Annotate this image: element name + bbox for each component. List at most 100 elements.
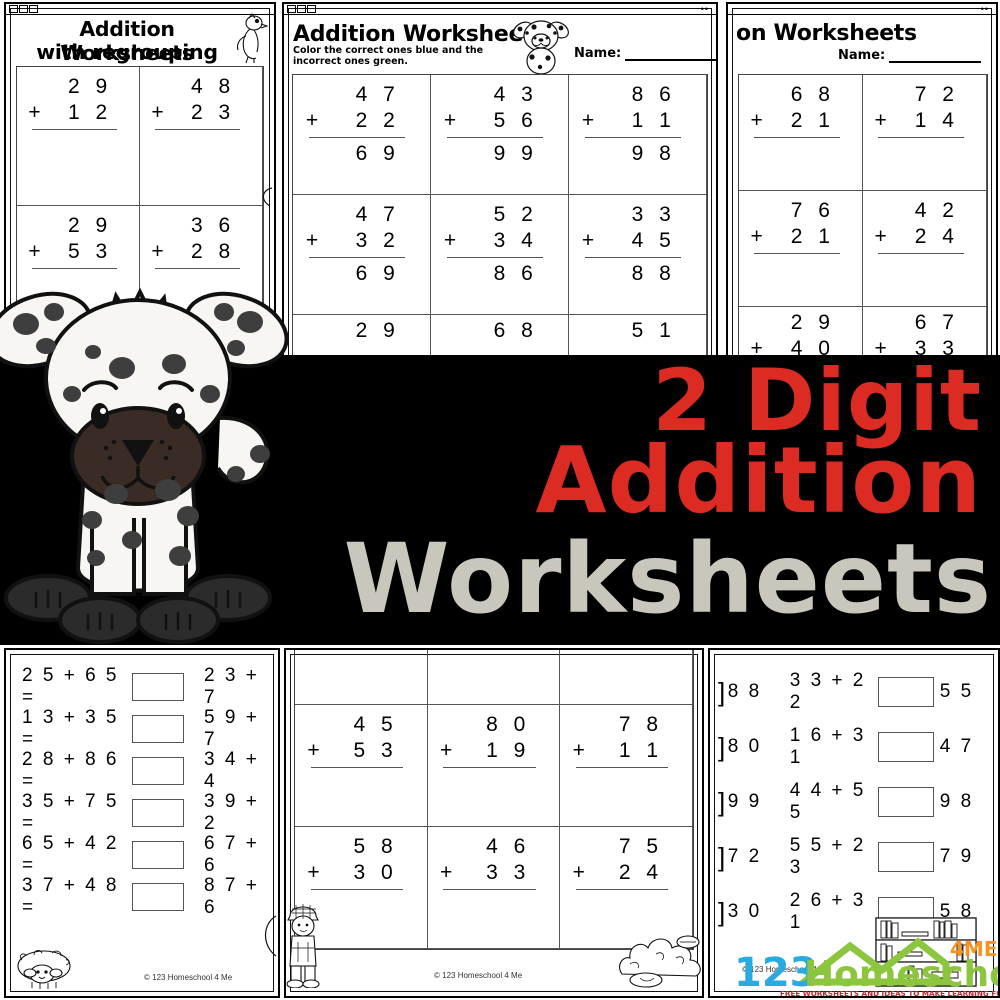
- addend: 2 4: [618, 861, 664, 884]
- vertical-problem: 5 8 +3 0: [295, 835, 427, 894]
- equation-text: 3 4 + 4: [204, 749, 260, 792]
- equation-row: ] 8 0 1 6 + 3 1 4 7: [718, 719, 992, 774]
- addend: 1 9: [486, 739, 531, 762]
- vertical-problem: 4 2 +2 4: [863, 199, 986, 258]
- equation-row: 6 5 + 4 2 =: [22, 833, 184, 876]
- problem-bottom: +2 1: [739, 109, 862, 135]
- answer-box[interactable]: [877, 841, 934, 872]
- topbar-dots-icon: ••: [700, 4, 709, 14]
- equation-text: 3 5 + 7 5 =: [22, 791, 119, 834]
- answer-box[interactable]: [132, 841, 184, 869]
- operator: +: [750, 225, 763, 248]
- problem-cell: 4 2 +2 4: [863, 191, 987, 307]
- problem-bottom: +3 0: [295, 861, 427, 887]
- sum-rule: [310, 767, 403, 768]
- vertical-problem: +3 3: [560, 648, 692, 650]
- operator: +: [443, 109, 457, 132]
- equation-row: 3 5 + 7 5 =: [22, 791, 184, 834]
- poster-canvas: Addition Worksheets with regrouping 2 9 …: [0, 0, 1000, 1000]
- equation-list-left: 2 5 + 6 5 = 1 3 + 3 5 = 2 8 + 8 6 = 3 5 …: [22, 665, 184, 918]
- answer-slot[interactable]: 6 9: [293, 142, 430, 166]
- problem-top: 2 9: [67, 214, 113, 237]
- sum-rule: [447, 257, 544, 259]
- worksheet-bottom-left: 2 5 + 6 5 = 1 3 + 3 5 = 2 8 + 8 6 = 3 5 …: [4, 648, 280, 998]
- problem-cell: 7 6 +2 1: [739, 191, 863, 307]
- problem-cell: +5 0: [427, 650, 561, 705]
- equation-row: 2 8 + 8 6 =: [22, 749, 184, 792]
- problem-bottom: +1 2: [17, 101, 139, 127]
- equation-text: 6 7 + 6: [204, 833, 260, 876]
- problem-top: 7 8: [618, 713, 664, 736]
- addend: 2 1: [790, 109, 835, 132]
- answer-box[interactable]: [877, 786, 934, 817]
- vertical-problem: 2 9: [293, 319, 430, 345]
- problem-cell: 4 7 +3 2 6 9: [293, 195, 431, 316]
- answer-box[interactable]: [877, 731, 934, 762]
- right-number: 5 5: [939, 680, 974, 702]
- bird-icon: [236, 13, 268, 64]
- answer-box[interactable]: [132, 757, 184, 785]
- name-input-line[interactable]: [625, 47, 716, 61]
- sum-rule: [309, 137, 406, 138]
- operator: +: [28, 240, 41, 263]
- operator: +: [307, 739, 320, 762]
- vertical-problem: 5 1: [569, 319, 706, 345]
- problem-bottom: +1 1: [560, 739, 692, 765]
- bracket-icon: ]: [718, 841, 728, 872]
- answer-box[interactable]: [132, 715, 184, 743]
- problem-cell: 4 8 +2 3: [140, 67, 263, 206]
- vertical-problem: 4 6 +3 3: [428, 835, 560, 894]
- problem-cell: +1 3: [295, 648, 428, 705]
- left-number: 7 2: [727, 845, 762, 867]
- sum-rule: [443, 767, 536, 768]
- worksheet-top-middle: •• Addition Worksheets Color the correct…: [282, 2, 718, 362]
- vertical-problem: 4 7 +2 2 6 9: [293, 83, 430, 166]
- problem-bottom: +2 4: [863, 225, 986, 251]
- addend: 5 6: [493, 109, 538, 132]
- problem-top: 4 3: [493, 83, 538, 106]
- banner-title-line2: Addition: [535, 427, 982, 534]
- bush-icon: [619, 935, 701, 988]
- equation-text: 3 7 + 4 8 =: [22, 875, 119, 918]
- problem-cell: 7 8 +1 1: [560, 705, 693, 827]
- bracket-icon: ]: [718, 731, 728, 762]
- vertical-problem: +1 3: [295, 648, 427, 650]
- problem-bottom: +1 4: [863, 109, 986, 135]
- dalmatian-icon: [513, 20, 569, 75]
- addend: 3 0: [353, 861, 398, 884]
- name-input-line[interactable]: [889, 49, 982, 63]
- problem-top: 7 2: [914, 83, 959, 106]
- answer-slot[interactable]: 8 8: [569, 262, 706, 286]
- answer-slot[interactable]: 8 6: [431, 262, 568, 286]
- equation-rows-bottom-right: ] 8 8 3 3 + 2 2 5 5 ] 8 0 1 6 + 3 1 4 7 …: [718, 664, 992, 939]
- answer-slot[interactable]: 9 8: [569, 142, 706, 166]
- problem-bottom: +2 4: [560, 861, 692, 887]
- equation-text: 3 3 + 2 2: [789, 669, 866, 713]
- answer-slot[interactable]: 9 9: [431, 142, 568, 166]
- answer-box[interactable]: [132, 673, 184, 701]
- vertical-problem: 6 8 +2 1: [739, 83, 862, 142]
- problem-top: 4 8: [190, 75, 236, 98]
- equation-text: 1 3 + 3 5 =: [22, 707, 119, 750]
- brand-logo[interactable]: 123 Homeschool 4ME FREE WORKSHEETS AND I…: [732, 920, 998, 998]
- vertical-problem: 2 9 +5 3: [17, 214, 139, 273]
- problem-top: 4 6: [486, 835, 531, 858]
- operator: +: [581, 229, 595, 253]
- equation-row: ] 9 9 4 4 + 5 5 9 8: [718, 774, 992, 829]
- sum-rule: [877, 137, 964, 138]
- answer-slot[interactable]: 6 9: [293, 262, 430, 286]
- addend: 1 2: [67, 101, 113, 124]
- addend: 4 5: [631, 229, 676, 253]
- operator: +: [874, 109, 887, 132]
- topbar-tab-3: [29, 5, 38, 13]
- answer-box[interactable]: [132, 883, 184, 911]
- operator: +: [874, 225, 887, 248]
- equation-list-right: 2 3 + 7 5 9 + 7 3 4 + 4 3 9 + 2 6 7 + 6 …: [204, 665, 278, 918]
- sum-rule: [443, 889, 536, 890]
- problem-top: 5 2: [493, 203, 538, 227]
- answer-box[interactable]: [132, 799, 184, 827]
- problem-bottom: +5 3: [295, 739, 427, 765]
- worksheet-top-right: •• on Worksheets Name: 6 8 +2 1 7 2 +1 4: [726, 2, 998, 362]
- sheet-topbar: ••: [728, 4, 996, 15]
- answer-box[interactable]: [877, 676, 934, 707]
